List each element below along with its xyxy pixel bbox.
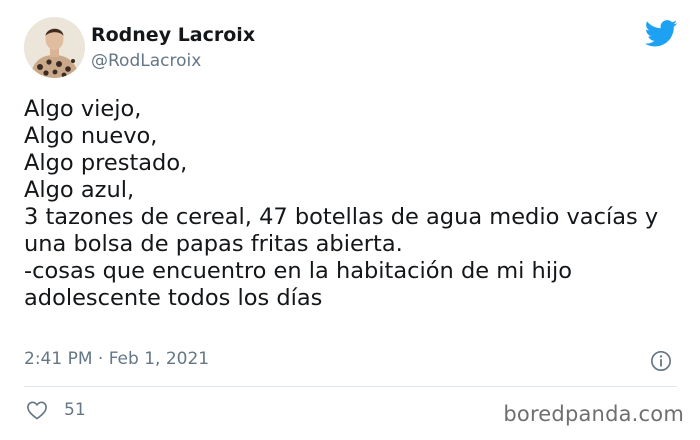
divider (24, 386, 677, 387)
twitter-bird-icon[interactable] (645, 20, 678, 47)
tweet-line: -cosas que encuentro en la habitación de… (24, 258, 573, 284)
like-button[interactable]: 51 (26, 400, 86, 420)
tweet-line: una bolsa de papas fritas abierta. (24, 231, 403, 257)
avatar[interactable] (24, 17, 85, 78)
author-name[interactable]: Rodney Lacroix (91, 24, 255, 46)
tweet-card: Rodney Lacroix @RodLacroix Algo viejo, A… (0, 0, 700, 440)
author-handle[interactable]: @RodLacroix (91, 51, 201, 71)
tweet-line: adolescente todos los días (24, 285, 323, 311)
tweet-line: Algo nuevo, (24, 123, 158, 149)
avatar-photo (24, 17, 85, 78)
tweet-timestamp[interactable]: 2:41 PM · Feb 1, 2021 (24, 349, 209, 369)
tweet-line: Algo prestado, (24, 150, 188, 176)
tweet-line: Algo viejo, (24, 96, 142, 122)
like-count: 51 (64, 400, 86, 420)
tweet-line: 3 tazones de cereal, 47 botellas de agua… (24, 204, 659, 230)
info-icon[interactable] (650, 350, 672, 372)
heart-icon (27, 401, 47, 420)
tweet-line: Algo azul, (24, 177, 135, 203)
tweet-text: Algo viejo, Algo nuevo, Algo prestado, A… (24, 96, 684, 312)
boredpanda-watermark: boredpanda.com (503, 402, 684, 426)
